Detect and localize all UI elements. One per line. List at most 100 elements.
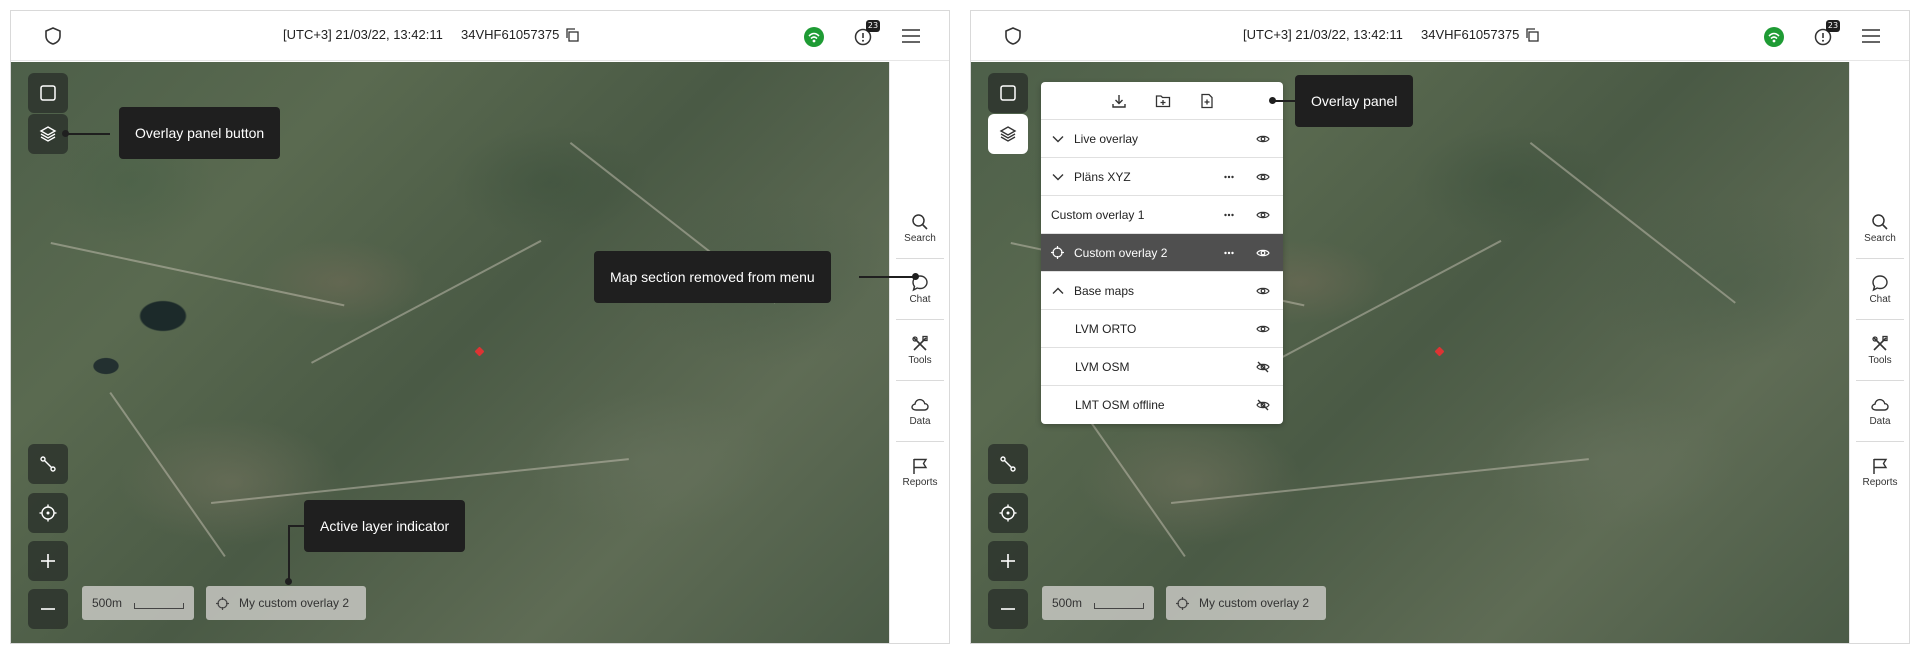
scale-ruler xyxy=(134,603,184,609)
eye-icon[interactable] xyxy=(1256,284,1270,298)
eye-off-icon[interactable] xyxy=(1256,360,1270,374)
sidebar-item-search[interactable]: Search xyxy=(896,203,944,259)
callout-map-section-removed: Map section removed from menu xyxy=(594,251,831,303)
right-sidebar: Search Chat Tools Data Reports xyxy=(1849,62,1909,643)
route-icon xyxy=(1000,456,1016,472)
sidebar-item-tools[interactable]: Tools xyxy=(1856,325,1904,381)
target-icon xyxy=(216,597,229,610)
active-layer-indicator[interactable]: My custom overlay 2 xyxy=(206,586,366,620)
top-bar: [UTC+3] 21/03/22, 13:42:11 34VHF61057375… xyxy=(971,11,1909,61)
right-sidebar: Search Chat Tools Data Reports xyxy=(889,62,949,643)
overlay-panel-button[interactable] xyxy=(988,114,1028,154)
sidebar-item-reports[interactable]: Reports xyxy=(1856,447,1904,503)
map-road xyxy=(1529,142,1736,304)
sidebar-item-chat[interactable]: Chat xyxy=(1856,264,1904,320)
eye-icon[interactable] xyxy=(1256,322,1270,336)
sidebar-item-reports[interactable]: Reports xyxy=(896,447,944,503)
more-options-icon[interactable] xyxy=(1224,175,1234,179)
overlay-row-base-maps[interactable]: Base maps xyxy=(1041,272,1283,310)
select-area-button[interactable] xyxy=(988,73,1028,113)
map-road xyxy=(109,392,226,557)
zoom-out-button[interactable] xyxy=(28,589,68,629)
callout-leader xyxy=(1273,100,1295,102)
add-file-icon[interactable] xyxy=(1199,93,1215,109)
sidebar-item-data[interactable]: Data xyxy=(1856,386,1904,442)
layers-icon xyxy=(39,126,57,142)
tools-icon xyxy=(1872,335,1888,351)
top-bar: [UTC+3] 21/03/22, 13:42:11 34VHF61057375… xyxy=(11,11,949,61)
sidebar-item-chat[interactable]: Chat xyxy=(896,264,944,320)
copy-icon[interactable] xyxy=(565,28,579,42)
route-icon xyxy=(40,456,56,472)
sidebar-label: Data xyxy=(909,416,931,427)
eye-off-icon[interactable] xyxy=(1256,398,1270,412)
menu-icon[interactable] xyxy=(1862,29,1880,43)
map-road xyxy=(50,242,345,307)
map-road xyxy=(1271,239,1502,364)
overlay-row-label: LVM ORTO xyxy=(1075,322,1137,336)
measure-button[interactable] xyxy=(28,444,68,484)
callout-active-layer-indicator: Active layer indicator xyxy=(304,500,466,552)
connection-status-icon[interactable] xyxy=(1764,27,1784,47)
sidebar-label: Search xyxy=(904,233,936,244)
sidebar-item-search[interactable]: Search xyxy=(1856,203,1904,259)
position-marker[interactable] xyxy=(474,346,485,357)
chevron-down-icon[interactable] xyxy=(1051,170,1065,184)
sidebar-item-data[interactable]: Data xyxy=(896,386,944,442)
app-window-left: [UTC+3] 21/03/22, 13:42:11 34VHF61057375… xyxy=(10,10,950,644)
copy-icon[interactable] xyxy=(1525,28,1539,42)
overlay-row-custom-overlay-2[interactable]: Custom overlay 2 xyxy=(1041,234,1283,272)
chat-icon xyxy=(1872,275,1888,292)
target-icon xyxy=(1051,246,1064,259)
sidebar-item-tools[interactable]: Tools xyxy=(896,325,944,381)
eye-icon[interactable] xyxy=(1256,132,1270,146)
add-folder-icon[interactable] xyxy=(1155,93,1171,109)
zoom-out-button[interactable] xyxy=(988,589,1028,629)
overlay-row-label: LVM OSM xyxy=(1075,360,1130,374)
datetime-label: [UTC+3] 21/03/22, 13:42:11 xyxy=(1243,27,1403,42)
locate-button[interactable] xyxy=(28,493,68,533)
active-layer-label: My custom overlay 2 xyxy=(1199,596,1310,610)
select-area-button[interactable] xyxy=(28,73,68,113)
shield-icon[interactable] xyxy=(1003,26,1023,46)
overlay-row-lvm-orto[interactable]: LVM ORTO xyxy=(1041,310,1283,348)
menu-icon[interactable] xyxy=(902,29,920,43)
callout-leader xyxy=(288,525,290,580)
shield-icon[interactable] xyxy=(43,26,63,46)
square-icon xyxy=(40,85,56,101)
sidebar-label: Reports xyxy=(1862,477,1898,488)
overlay-row-label: Pläns XYZ xyxy=(1074,170,1131,184)
more-options-icon[interactable] xyxy=(1224,251,1234,255)
overlay-row-custom-overlay-1[interactable]: Custom overlay 1 xyxy=(1041,196,1283,234)
more-options-icon[interactable] xyxy=(1224,213,1234,217)
connection-status-icon[interactable] xyxy=(804,27,824,47)
callout-overlay-panel: Overlay panel xyxy=(1295,75,1414,127)
scale-ruler xyxy=(1094,603,1144,609)
search-icon xyxy=(1872,214,1888,230)
locate-button[interactable] xyxy=(988,493,1028,533)
chevron-down-icon[interactable] xyxy=(1051,132,1065,146)
overlay-row-lmt-osm-offline[interactable]: LMT OSM offline xyxy=(1041,386,1283,424)
overlay-row-label: LMT OSM offline xyxy=(1075,398,1165,412)
notification-count-badge: 23 xyxy=(866,20,880,32)
overlay-row-plans-xyz[interactable]: Pläns XYZ xyxy=(1041,158,1283,196)
flag-icon xyxy=(1873,458,1888,474)
overlay-row-lvm-osm[interactable]: LVM OSM xyxy=(1041,348,1283,386)
callout-leader xyxy=(288,525,304,527)
map-road xyxy=(311,239,542,364)
eye-icon[interactable] xyxy=(1256,170,1270,184)
tools-icon xyxy=(912,335,928,351)
zoom-in-button[interactable] xyxy=(28,541,68,581)
crosshair-icon xyxy=(39,504,57,522)
download-icon[interactable] xyxy=(1111,93,1127,109)
active-layer-indicator[interactable]: My custom overlay 2 xyxy=(1166,586,1326,620)
position-marker[interactable] xyxy=(1434,346,1445,357)
minus-icon xyxy=(1001,608,1015,610)
measure-button[interactable] xyxy=(988,444,1028,484)
zoom-in-button[interactable] xyxy=(988,541,1028,581)
eye-icon[interactable] xyxy=(1256,208,1270,222)
overlay-row-live-overlay[interactable]: Live overlay xyxy=(1041,120,1283,158)
eye-icon[interactable] xyxy=(1256,246,1270,260)
chevron-up-icon[interactable] xyxy=(1051,284,1065,298)
layers-icon xyxy=(999,126,1017,142)
